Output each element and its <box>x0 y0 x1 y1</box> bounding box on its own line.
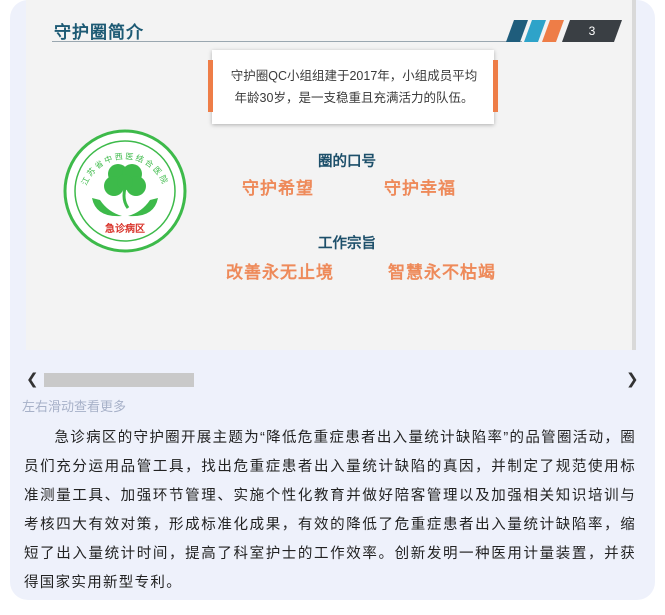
logo-label: 急诊病区 <box>105 222 145 235</box>
purpose-2: 智慧永不枯竭 <box>388 263 496 282</box>
description-text: 急诊病区的守护圈开展主题为“降低危重症患者出入量统计缺陷率”的品管圈活动，圈员们… <box>24 430 636 591</box>
slide: 守护圈简介 3 守护圈QC小组组建于2017年，小组成员平均年龄30岁，是一支稳… <box>26 0 632 350</box>
description-paragraph: 急诊病区的守护圈开展主题为“降低危重症患者出入量统计缺陷率”的品管圈活动，圈员们… <box>24 424 636 598</box>
scrollbar-thumb[interactable] <box>44 373 194 387</box>
swipe-hint: 左右滑动查看更多 <box>22 399 127 414</box>
intro-text: 守护圈QC小组组建于2017年，小组成员平均年龄30岁，是一支稳重且充满活力的队… <box>230 69 478 105</box>
slogan-1: 守护希望 <box>242 179 314 198</box>
page-indicator: 3 <box>504 20 624 42</box>
slide-viewport[interactable]: 守护圈简介 3 守护圈QC小组组建于2017年，小组成员平均年龄30岁，是一支稳… <box>26 0 636 350</box>
stripe-orange <box>541 20 565 42</box>
qc-circle-logo: 江苏省中西医结合医院 急诊病区 <box>63 129 187 253</box>
intro-bar-right <box>493 60 498 112</box>
slogan-2: 守护幸福 <box>384 179 456 198</box>
chevron-right-icon[interactable]: ❯ <box>626 372 639 388</box>
intro-bar-left <box>208 60 213 112</box>
chevron-left-icon[interactable]: ❮ <box>26 372 39 388</box>
slogan-heading: 圈的口号 <box>318 154 376 170</box>
purpose-heading: 工作宗旨 <box>318 236 376 252</box>
slide-title: 守护圈简介 <box>54 23 144 42</box>
page-number: 3 <box>588 24 596 38</box>
title-divider <box>52 41 522 42</box>
purpose-1: 改善永无止境 <box>226 263 334 282</box>
intro-box: 守护圈QC小组组建于2017年，小组成员平均年龄30岁，是一支稳重且充满活力的队… <box>208 50 498 124</box>
next-slide-edge <box>632 0 636 350</box>
